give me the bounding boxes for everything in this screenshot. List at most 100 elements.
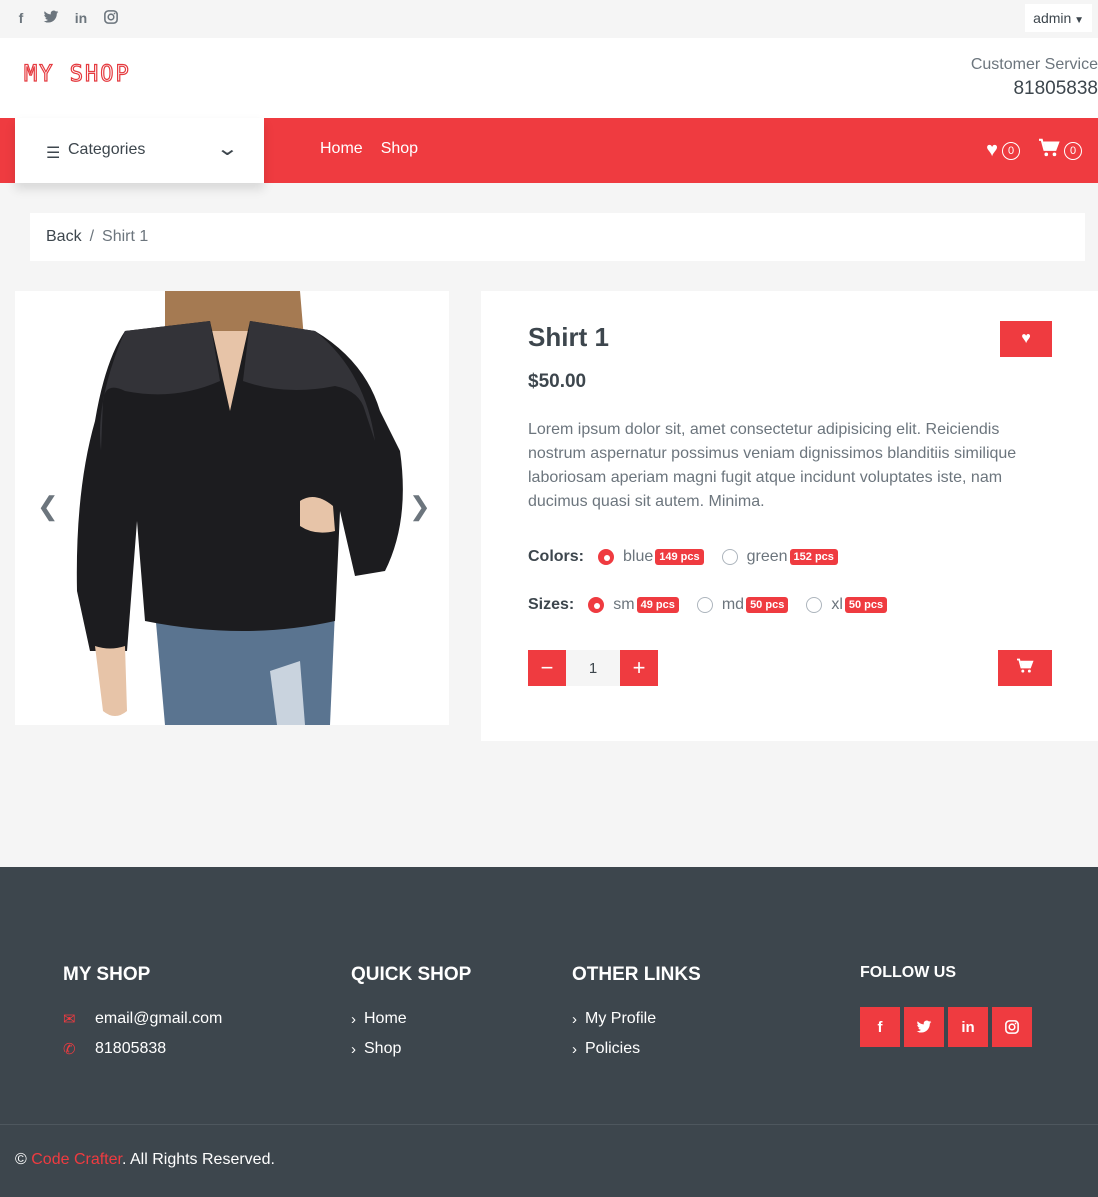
footer-link-label: My Profile bbox=[585, 1010, 657, 1027]
brand-link[interactable]: Code Crafter bbox=[31, 1151, 122, 1168]
footer-phone: ✆ 81805838 bbox=[63, 1040, 222, 1058]
size-name: xl bbox=[831, 596, 843, 613]
nav-link-shop[interactable]: Shop bbox=[381, 140, 418, 158]
cart-link[interactable]: 0 bbox=[1038, 138, 1082, 163]
customer-service-label: Customer Service bbox=[970, 56, 1098, 73]
follow-us-heading: FOLLOW US bbox=[860, 964, 956, 981]
breadcrumb-current: Shirt 1 bbox=[102, 228, 149, 245]
stock-badge: 149 pcs bbox=[655, 549, 704, 565]
envelope-icon: ✉ bbox=[63, 1011, 76, 1028]
breadcrumb: Back / Shirt 1 bbox=[30, 213, 1085, 261]
decrease-quantity-button[interactable]: − bbox=[528, 650, 566, 686]
carousel-prev-icon[interactable]: ❮ bbox=[37, 491, 59, 522]
footer-phone-text: 81805838 bbox=[95, 1040, 167, 1057]
stock-badge: 50 pcs bbox=[844, 597, 888, 613]
user-dropdown-label: admin bbox=[1033, 10, 1072, 26]
nav-link-home[interactable]: Home bbox=[320, 140, 363, 158]
radio-button[interactable] bbox=[721, 549, 738, 565]
footer-heading: QUICK SHOP bbox=[351, 964, 472, 985]
footer-email-text: email@gmail.com bbox=[95, 1010, 223, 1027]
twitter-icon[interactable] bbox=[904, 1007, 944, 1047]
color-options: Colors: blue 149 pcs green 152 pcs bbox=[528, 548, 856, 566]
add-to-wishlist-button[interactable]: ♥ bbox=[1000, 321, 1052, 357]
color-option-blue[interactable]: blue 149 pcs bbox=[598, 548, 704, 566]
linkedin-icon[interactable]: in bbox=[948, 1007, 988, 1047]
stock-badge: 50 pcs bbox=[746, 597, 789, 613]
cart-icon bbox=[1038, 138, 1060, 163]
carousel-next-icon[interactable]: ❯ bbox=[409, 491, 431, 522]
color-option-green[interactable]: green 152 pcs bbox=[721, 548, 838, 566]
footer-social-links: f in bbox=[860, 1007, 1032, 1047]
customer-service-phone: 81805838 bbox=[1013, 78, 1098, 99]
footer-link-shop[interactable]: › Shop bbox=[351, 1040, 471, 1058]
instagram-icon[interactable] bbox=[102, 10, 120, 27]
color-name: green bbox=[746, 548, 788, 565]
user-dropdown[interactable]: admin ▼ bbox=[1025, 4, 1092, 32]
wishlist-count: 0 bbox=[1002, 141, 1020, 160]
footer-link-my-profile[interactable]: › My Profile bbox=[572, 1010, 701, 1028]
size-option-md[interactable]: md 50 pcs bbox=[696, 596, 789, 614]
product-image-carousel: ❮ ❯ bbox=[15, 291, 449, 725]
product-description: Lorem ipsum dolor sit, amet consectetur … bbox=[528, 421, 1017, 510]
footer: MY SHOP ✉ email@gmail.com ✆ 81805838 QUI… bbox=[0, 867, 1098, 1197]
chevron-down-icon: ⌄ bbox=[215, 138, 240, 160]
product-details: Shirt 1 ♥ $50.00 Lorem ipsum dolor sit, … bbox=[481, 291, 1098, 741]
footer-link-label: Policies bbox=[585, 1040, 641, 1057]
top-social-links: f in bbox=[12, 10, 120, 27]
twitter-icon[interactable] bbox=[42, 10, 60, 27]
footer-col-other-links: OTHER LINKS › My Profile › Policies bbox=[572, 964, 701, 1058]
shop-logo[interactable]: MY SHOP bbox=[23, 61, 131, 87]
cart-icon bbox=[1016, 658, 1034, 679]
menu-icon: ☰ bbox=[46, 145, 61, 162]
size-options: Sizes: sm 49 pcs md 50 pcs xl 50 pcs bbox=[528, 596, 905, 614]
chevron-right-icon: › bbox=[351, 1010, 356, 1028]
size-option-xl[interactable]: xl 50 pcs bbox=[806, 596, 888, 614]
phone-icon: ✆ bbox=[63, 1041, 76, 1058]
product-price: $50.00 bbox=[528, 371, 587, 392]
wishlist-link[interactable]: ♥ 0 bbox=[986, 138, 1020, 163]
linkedin-icon[interactable]: in bbox=[72, 10, 90, 27]
breadcrumb-separator: / bbox=[89, 228, 95, 245]
add-to-cart-button[interactable] bbox=[998, 650, 1052, 686]
footer-heading: MY SHOP bbox=[63, 964, 151, 985]
instagram-icon[interactable] bbox=[992, 1007, 1032, 1047]
radio-button[interactable] bbox=[588, 597, 605, 613]
colors-label: Colors: bbox=[528, 548, 584, 565]
footer-divider bbox=[0, 1124, 1098, 1125]
footer-link-policies[interactable]: › Policies bbox=[572, 1040, 701, 1058]
radio-button[interactable] bbox=[806, 597, 823, 613]
categories-label: Categories bbox=[68, 141, 146, 158]
footer-link-home[interactable]: › Home bbox=[351, 1010, 471, 1028]
sizes-label: Sizes: bbox=[528, 596, 575, 613]
footer-col-quick-shop: QUICK SHOP › Home › Shop bbox=[351, 964, 471, 1058]
size-option-sm[interactable]: sm 49 pcs bbox=[588, 596, 679, 614]
increase-quantity-button[interactable]: + bbox=[620, 650, 658, 686]
chevron-right-icon: › bbox=[351, 1040, 356, 1058]
heart-icon: ♥ bbox=[1021, 330, 1031, 347]
footer-heading: OTHER LINKS bbox=[572, 964, 701, 985]
quantity-stepper: − 1 + bbox=[528, 650, 658, 686]
nav-icons: ♥ 0 0 bbox=[986, 138, 1082, 163]
copyright: © Code Crafter. All Rights Reserved. bbox=[15, 1151, 275, 1169]
breadcrumb-back[interactable]: Back bbox=[46, 228, 82, 245]
quantity-input[interactable]: 1 bbox=[566, 650, 620, 686]
size-name: sm bbox=[613, 596, 635, 613]
radio-button[interactable] bbox=[696, 597, 713, 613]
cart-count: 0 bbox=[1064, 141, 1082, 160]
facebook-icon[interactable]: f bbox=[860, 1007, 900, 1047]
facebook-icon[interactable]: f bbox=[12, 10, 30, 27]
header: MY SHOP Customer Service 81805838 bbox=[0, 38, 1098, 118]
categories-dropdown[interactable]: ☰ Categories ⌄ bbox=[15, 118, 264, 183]
stock-badge: 152 pcs bbox=[789, 549, 838, 565]
top-bar: f in admin ▼ bbox=[0, 0, 1098, 38]
nav-links: Home Shop bbox=[320, 140, 418, 158]
chevron-right-icon: › bbox=[572, 1010, 577, 1028]
navbar: ☰ Categories ⌄ Home Shop ♥ 0 0 bbox=[0, 118, 1098, 183]
size-name: md bbox=[721, 596, 745, 613]
radio-button[interactable] bbox=[598, 549, 614, 565]
rights-text: . All Rights Reserved. bbox=[121, 1151, 275, 1168]
customer-service: Customer Service 81805838 bbox=[971, 56, 1098, 100]
copyright-symbol: © bbox=[15, 1151, 27, 1168]
footer-link-label: Home bbox=[364, 1010, 407, 1027]
chevron-right-icon: › bbox=[572, 1040, 577, 1058]
